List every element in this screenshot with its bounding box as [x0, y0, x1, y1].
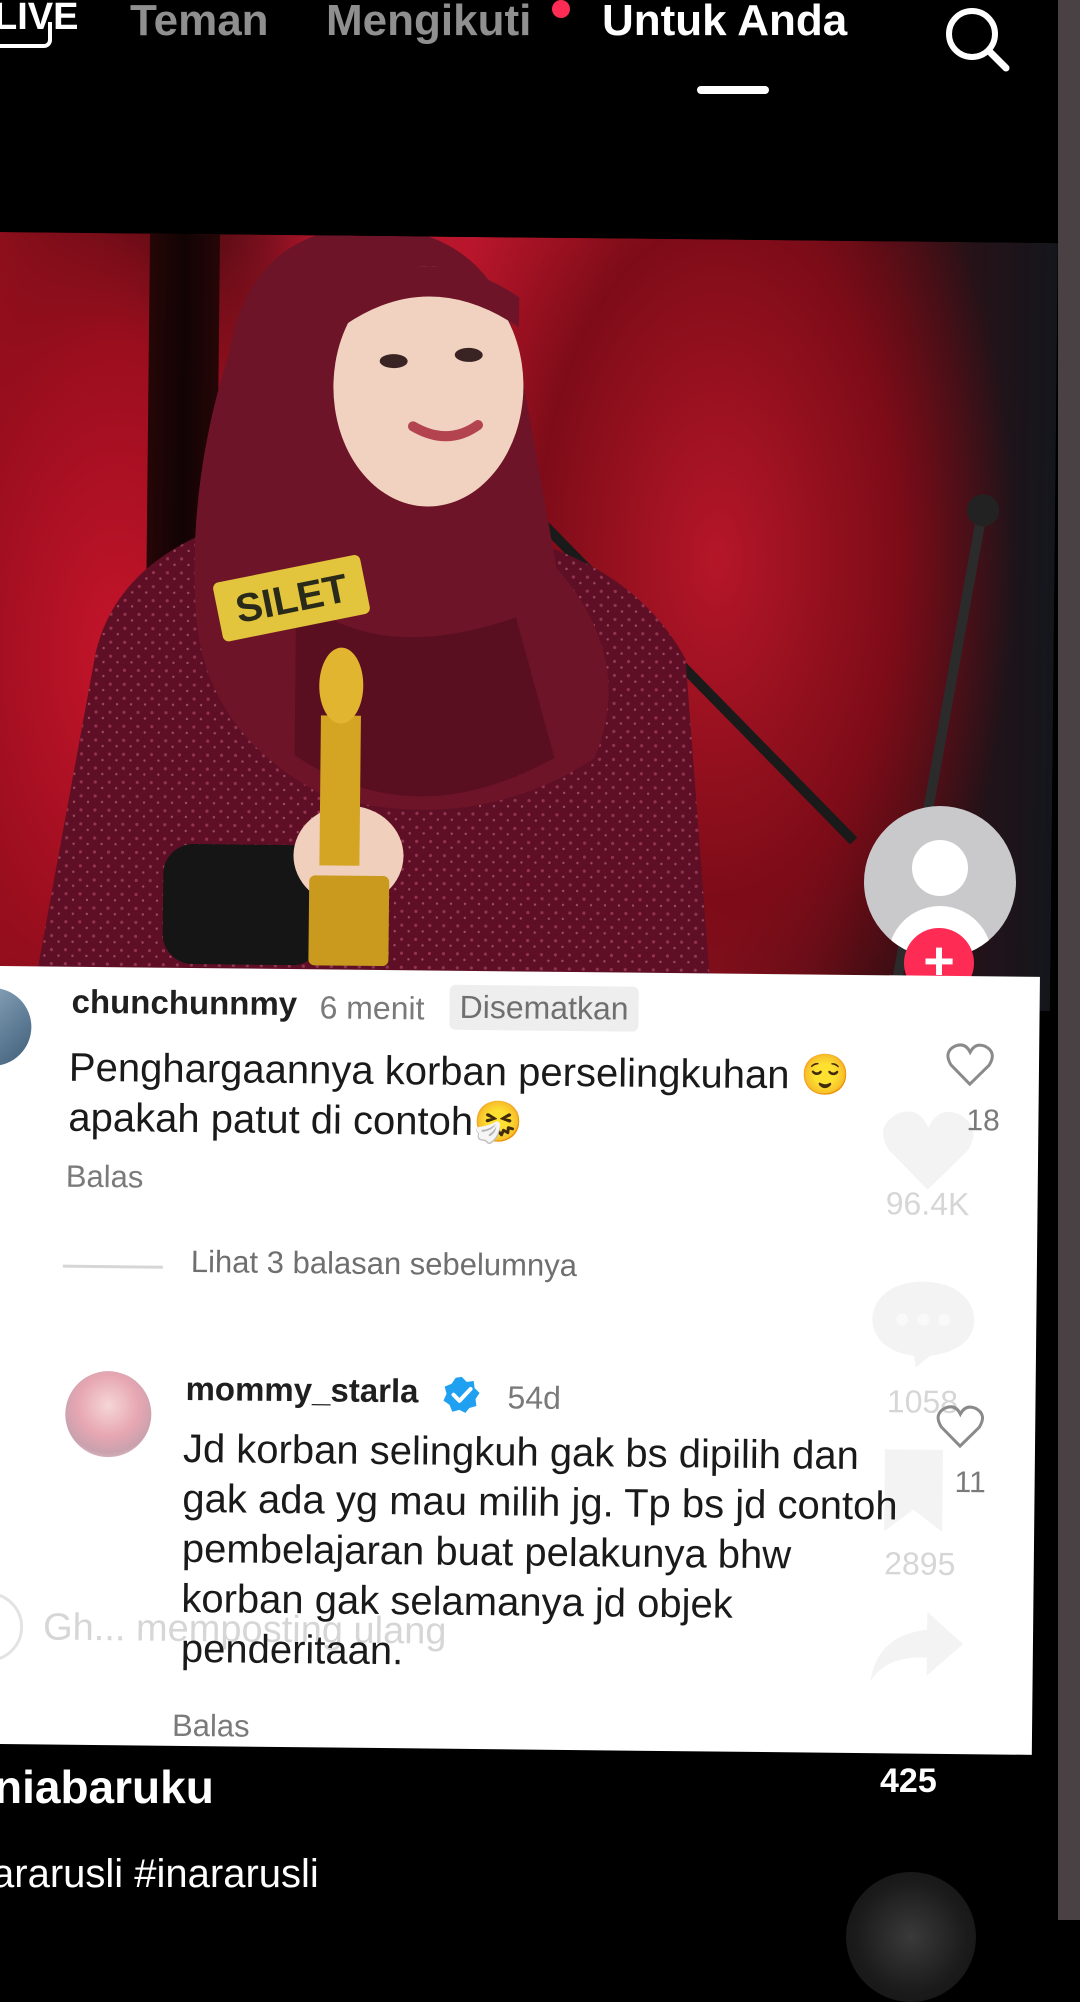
- comment-username[interactable]: chunchunnmy: [71, 983, 297, 1023]
- comment-time: 54d: [507, 1379, 561, 1417]
- comment-time: 6 menit: [319, 989, 424, 1027]
- verified-badge-icon: [441, 1375, 481, 1415]
- reply-button[interactable]: Balas: [66, 1159, 144, 1196]
- heart-outline-icon[interactable]: [935, 1404, 985, 1451]
- comment-icon[interactable]: [868, 1275, 979, 1368]
- top-navigation: LIVE Teman Mengikuti Untuk Anda: [0, 0, 1058, 110]
- share-count: 425: [880, 1762, 937, 1801]
- tab-untuk-anda[interactable]: Untuk Anda: [602, 0, 847, 46]
- search-button[interactable]: [938, 0, 1014, 76]
- comment-like-count: 18: [966, 1104, 1000, 1138]
- active-tab-indicator: [697, 86, 769, 94]
- comment-like-count: 11: [954, 1466, 986, 1500]
- like-count: 96.4K: [857, 1185, 997, 1223]
- reply-button[interactable]: Balas: [172, 1708, 250, 1745]
- notification-dot: [552, 0, 570, 18]
- comment-username[interactable]: mommy_starla: [185, 1370, 418, 1410]
- comment-avatar[interactable]: [65, 1371, 152, 1458]
- video-caption[interactable]: ararusli #inararusli: [0, 1852, 319, 1897]
- pinned-badge: Disematkan: [449, 985, 638, 1032]
- tab-live[interactable]: LIVE: [0, 0, 78, 39]
- comment-card: 96.4K 1058 2895 Gh... memposting ulang c…: [0, 966, 1040, 1755]
- video-author[interactable]: niabaruku: [0, 1760, 214, 1814]
- avatar-head: [912, 840, 968, 896]
- music-disc[interactable]: [846, 1872, 976, 2002]
- screen-edge: [1058, 0, 1080, 1920]
- comment-text: Jd korban selingkuh gak bs dipilih dan g…: [181, 1424, 904, 1682]
- tab-teman[interactable]: Teman: [130, 0, 269, 46]
- repost-avatar: [0, 1592, 23, 1663]
- tab-mengikuti[interactable]: Mengikuti: [326, 0, 531, 46]
- comment-text: Penghargaannya korban perselingkuhan 😌 a…: [68, 1043, 899, 1152]
- heart-outline-icon[interactable]: [945, 1042, 995, 1089]
- replies-divider: [63, 1265, 163, 1269]
- search-icon: [938, 0, 1014, 76]
- view-replies-link[interactable]: Lihat 3 balasan sebelumnya: [191, 1244, 577, 1284]
- comment-avatar[interactable]: [0, 988, 32, 1067]
